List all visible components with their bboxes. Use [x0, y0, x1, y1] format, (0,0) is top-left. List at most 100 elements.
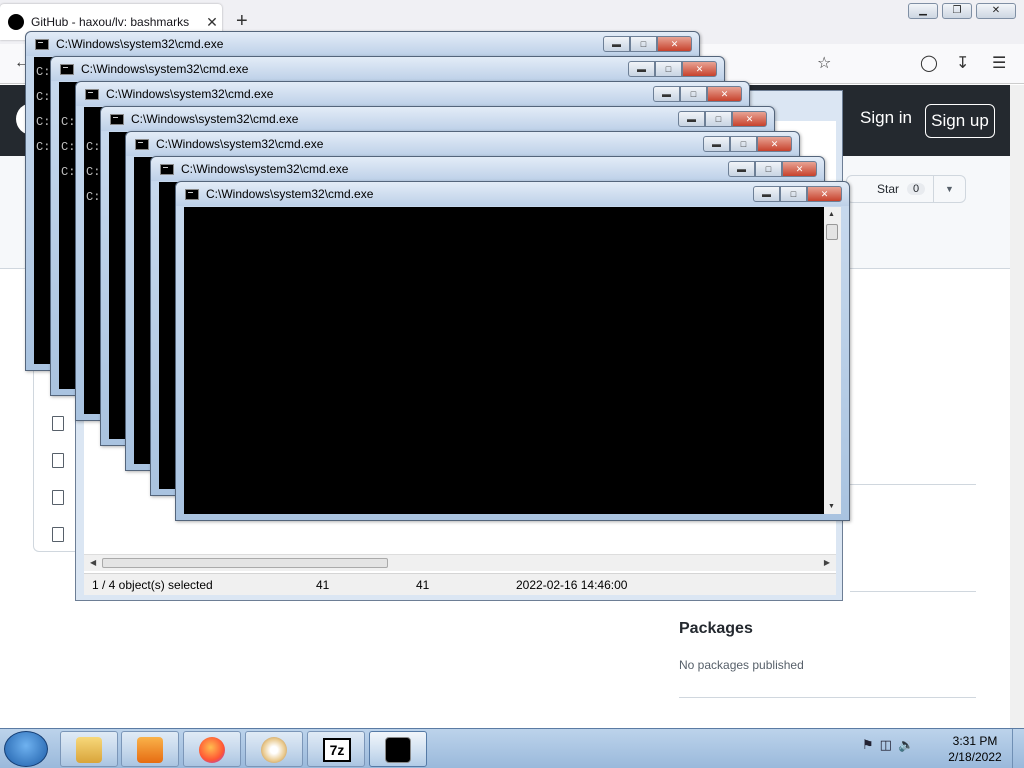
sign-in-link[interactable]: Sign in [860, 108, 912, 128]
close-button[interactable]: ✕ [682, 61, 717, 77]
browser-minimize-button[interactable]: ▁ [908, 3, 938, 19]
cmd-titlebar[interactable]: C:\Windows\system32\cmd.exe ▬ □ ✕ [151, 157, 824, 181]
network-icon[interactable]: ◫ [880, 737, 892, 753]
taskbar-cmd[interactable] [369, 731, 427, 767]
maximize-button[interactable]: □ [680, 86, 707, 102]
minimize-button[interactable]: ▬ [603, 36, 630, 52]
maximize-button[interactable]: □ [705, 111, 732, 127]
close-button[interactable]: ✕ [757, 136, 792, 152]
file-icon [52, 453, 64, 468]
volume-icon[interactable]: 🔉 [898, 737, 914, 753]
browser-restore-button[interactable]: ❐ [942, 3, 972, 19]
cmd-titlebar[interactable]: C:\Windows\system32\cmd.exe ▬ □ ✕ [76, 82, 749, 106]
cmd-title: C:\Windows\system32\cmd.exe [56, 37, 224, 51]
star-label: Star [877, 182, 900, 196]
close-button[interactable]: ✕ [782, 161, 817, 177]
start-button[interactable] [4, 731, 48, 767]
firefox-icon [199, 737, 225, 763]
file-icon [52, 416, 64, 431]
media-player-icon [137, 737, 163, 763]
system-tray: ⚑ ◫ 🔉 [862, 737, 914, 753]
taskbar-explorer[interactable] [60, 731, 118, 767]
status-selected: 1 / 4 object(s) selected [92, 578, 213, 592]
menu-icon[interactable]: ☰ [992, 53, 1006, 73]
divider [679, 697, 976, 698]
bookmark-star-icon[interactable]: ☆ [817, 53, 831, 73]
maximize-button[interactable]: □ [780, 186, 807, 202]
status-modified: 2022-02-16 14:46:00 [516, 578, 628, 592]
sign-up-button[interactable]: Sign up [925, 104, 995, 138]
cmd-titlebar[interactable]: C:\Windows\system32\cmd.exe ▬ □ ✕ [101, 107, 774, 131]
close-button[interactable]: ✕ [807, 186, 842, 202]
status-packed: 41 [416, 578, 430, 592]
minimize-button[interactable]: ▬ [703, 136, 730, 152]
scroll-left-icon[interactable]: ◀ [90, 558, 96, 567]
minimize-button[interactable]: ▬ [653, 86, 680, 102]
scroll-thumb[interactable] [102, 558, 388, 568]
clock-time: 3:31 PM [952, 734, 998, 748]
cmd-title: C:\Windows\system32\cmd.exe [206, 187, 374, 201]
minimize-button[interactable]: ▬ [678, 111, 705, 127]
packages-empty-text: No packages published [679, 658, 804, 672]
cmd-title: C:\Windows\system32\cmd.exe [106, 87, 274, 101]
tab-close-icon[interactable]: ✕ [202, 14, 222, 31]
cmd-titlebar[interactable]: C:\Windows\system32\cmd.exe ▬ □ ✕ [126, 132, 799, 156]
scroll-thumb[interactable] [826, 224, 838, 240]
cmd-icon [385, 737, 411, 763]
minimize-button[interactable]: ▬ [628, 61, 655, 77]
scroll-right-icon[interactable]: ▶ [824, 558, 830, 567]
cmd-title: C:\Windows\system32\cmd.exe [81, 62, 249, 76]
taskbar-media-player[interactable] [121, 731, 179, 767]
clock-date: 2/18/2022 [948, 750, 1002, 764]
close-button[interactable]: ✕ [707, 86, 742, 102]
minimize-button[interactable]: ▬ [728, 161, 755, 177]
new-tab-button[interactable]: + [236, 10, 248, 33]
cmd-titlebar[interactable]: C:\Windows\system32\cmd.exe ▬ □ ✕ [51, 57, 724, 81]
console-output[interactable] [184, 207, 841, 514]
star-button[interactable]: Star 0 ▼ [846, 175, 966, 203]
packages-heading[interactable]: Packages [679, 620, 753, 638]
browser-window-controls: ▁ ❐ ✕ [908, 3, 1016, 19]
minimize-button[interactable]: ▬ [753, 186, 780, 202]
divider [850, 591, 976, 592]
horizontal-scrollbar[interactable]: ◀ ▶ [84, 554, 836, 571]
cmd-title: C:\Windows\system32\cmd.exe [156, 137, 324, 151]
cmd-title: C:\Windows\system32\cmd.exe [131, 112, 299, 126]
pocket-icon[interactable]: ◯ [920, 53, 938, 73]
maximize-button[interactable]: □ [730, 136, 757, 152]
status-size: 41 [316, 578, 330, 592]
taskbar-firefox[interactable] [183, 731, 241, 767]
close-button[interactable]: ✕ [657, 36, 692, 52]
file-icon [52, 527, 64, 542]
show-desktop-button[interactable] [1012, 729, 1024, 768]
status-bar: 1 / 4 object(s) selected 41 41 2022-02-1… [84, 573, 836, 595]
download-icon[interactable]: ↧ [956, 53, 969, 73]
close-button[interactable]: ✕ [732, 111, 767, 127]
cmd-icon [110, 114, 124, 125]
scroll-up-icon[interactable]: ▲ [828, 211, 835, 218]
chevron-down-icon[interactable]: ▼ [933, 176, 965, 202]
vertical-scrollbar[interactable]: ▲ ▼ [824, 207, 841, 514]
taskbar-paint[interactable] [245, 731, 303, 767]
cmd-title: C:\Windows\system32\cmd.exe [181, 162, 349, 176]
scroll-down-icon[interactable]: ▼ [828, 503, 835, 510]
browser-tab-title: GitHub - haxou/lv: bashmarks [31, 15, 190, 29]
clock[interactable]: 3:31 PM 2/18/2022 [940, 733, 1010, 765]
cmd-icon [85, 89, 99, 100]
browser-close-button[interactable]: ✕ [976, 3, 1016, 19]
cmd-titlebar[interactable]: C:\Windows\system32\cmd.exe ▬ □ ✕ [26, 32, 699, 56]
file-icon [52, 490, 64, 505]
cmd-icon [60, 64, 74, 75]
action-center-icon[interactable]: ⚑ [862, 737, 874, 753]
taskbar: 7z ⚑ ◫ 🔉 3:31 PM 2/18/2022 [0, 728, 1024, 768]
maximize-button[interactable]: □ [655, 61, 682, 77]
star-count: 0 [907, 183, 926, 195]
cmd-titlebar[interactable]: C:\Windows\system32\cmd.exe ▬ □ ✕ [176, 182, 849, 206]
paint-icon [261, 737, 287, 763]
page-scrollbar[interactable] [1010, 85, 1024, 728]
maximize-button[interactable]: □ [755, 161, 782, 177]
maximize-button[interactable]: □ [630, 36, 657, 52]
cmd-window-active[interactable]: C:\Windows\system32\cmd.exe ▬ □ ✕ ▲ ▼ [175, 181, 850, 521]
desktop: GitHub - haxou/lv: bashmarks ✕ + ▁ ❐ ✕ ←… [0, 0, 1024, 768]
taskbar-7zip[interactable]: 7z [307, 731, 365, 767]
